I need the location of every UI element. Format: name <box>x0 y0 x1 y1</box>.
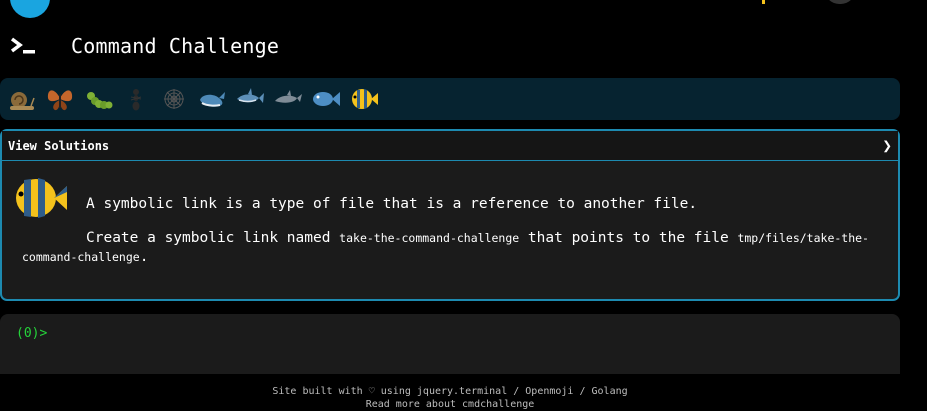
butterfly-icon[interactable] <box>44 84 75 114</box>
shark-icon[interactable] <box>234 84 265 114</box>
page-title: Command Challenge <box>71 34 280 58</box>
instruction-middle: that points to the file <box>519 230 738 246</box>
snail-icon[interactable] <box>6 84 37 114</box>
view-solutions-link[interactable]: View Solutions <box>8 139 109 153</box>
ant-icon[interactable] <box>120 84 151 114</box>
golang-link[interactable]: Golang <box>592 386 628 397</box>
dolphin-icon[interactable] <box>272 84 303 114</box>
challenge-description: A symbolic link is a type of file that i… <box>86 196 698 212</box>
terminal-prompt-icon <box>10 36 40 56</box>
tropical-fish-icon <box>14 174 68 222</box>
caterpillar-icon[interactable] <box>82 84 113 114</box>
challenge-body: A symbolic link is a type of file that i… <box>2 161 898 299</box>
challenge-panel: View Solutions ❯ A symbolic link is a ty… <box>0 129 900 301</box>
top-right-button[interactable] <box>825 0 855 4</box>
jquery-terminal-link[interactable]: jquery.terminal <box>417 386 507 397</box>
challenge-instruction: Create a symbolic link named take-the-co… <box>22 229 882 267</box>
footer-built-prefix: Site built with <box>272 386 363 397</box>
link-name-code: take-the-command-challenge <box>339 231 520 245</box>
terminal[interactable]: (0)> <box>0 314 900 374</box>
instruction-suffix: . <box>139 249 149 265</box>
level-bar <box>0 78 900 120</box>
tropical-fish-icon[interactable] <box>348 84 379 114</box>
whale-icon[interactable] <box>196 84 227 114</box>
top-decoration <box>10 0 50 18</box>
header: Command Challenge <box>10 34 280 58</box>
spider-web-icon[interactable] <box>158 84 189 114</box>
heart-icon: ♡ <box>368 386 375 397</box>
terminal-prompt: (0)> <box>16 326 48 341</box>
footer-built-using: using <box>380 386 411 397</box>
instruction-prefix: Create a symbolic link named <box>86 230 340 246</box>
chevron-right-icon[interactable]: ❯ <box>882 136 892 155</box>
openmoji-link[interactable]: Openmoji <box>525 386 573 397</box>
footer: Site built with ♡ using jquery.terminal … <box>0 385 900 411</box>
footer-credits: Site built with ♡ using jquery.terminal … <box>272 386 628 397</box>
solutions-header[interactable]: View Solutions ❯ <box>2 131 898 161</box>
top-right-decoration <box>762 0 765 4</box>
read-more-link[interactable]: Read more about cmdchallenge <box>0 398 900 411</box>
fish-icon[interactable] <box>310 84 341 114</box>
